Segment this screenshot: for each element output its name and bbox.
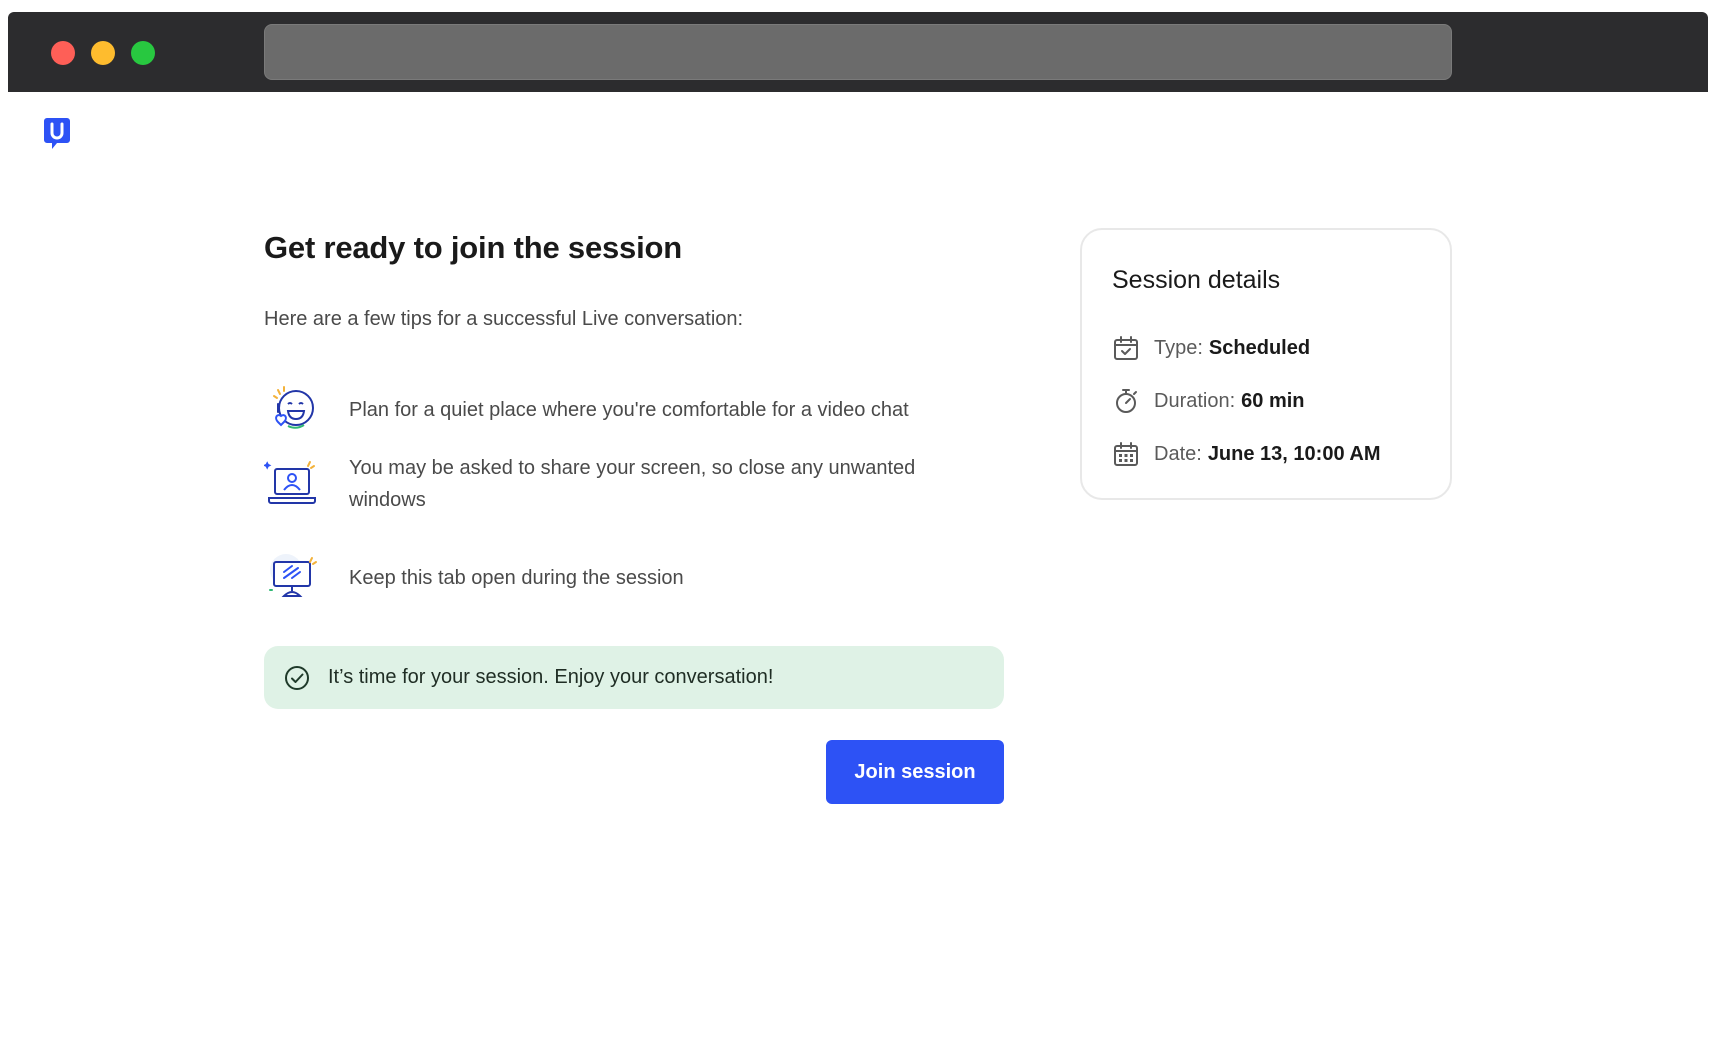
page-content: Get ready to join the session Here are a…	[8, 92, 1708, 1064]
stopwatch-icon	[1116, 389, 1137, 413]
tip-text: Plan for a quiet place where you're comf…	[349, 399, 909, 421]
detail-date-row: Date: June 13, 10:00 AM	[1112, 440, 1380, 468]
browser-window: Get ready to join the session Here are a…	[8, 12, 1708, 1064]
usertesting-u-logo-icon[interactable]	[43, 117, 71, 151]
close-window-button[interactable]	[51, 41, 75, 65]
tips-intro: Here are a few tips for a successful Liv…	[264, 308, 744, 330]
duration-label: Duration:	[1154, 389, 1236, 412]
session-details-card: Session details Type: Scheduled Duration…	[1080, 228, 1452, 500]
detail-type-row: Type: Scheduled	[1112, 334, 1310, 362]
address-bar[interactable]	[264, 24, 1452, 80]
calendar-check-icon	[1114, 336, 1138, 360]
monitor-icon	[269, 554, 317, 597]
browser-titlebar	[8, 12, 1708, 92]
tip-item: You may be asked to share your screen, s…	[264, 452, 954, 516]
date-value: June 13, 10:00 AM	[1207, 442, 1381, 465]
notice-text: It’s time for your session. Enjoy your c…	[328, 666, 774, 688]
tip-text: You may be asked to share your screen, s…	[349, 457, 916, 511]
check-circle-icon	[285, 665, 309, 690]
join-session-button[interactable]: Join session	[826, 740, 1004, 804]
tip-item: Keep this tab open during the session	[264, 550, 954, 606]
detail-duration-row: Duration: 60 min	[1112, 387, 1305, 415]
tip-text: Keep this tab open during the session	[349, 567, 684, 589]
duration-value: 60 min	[1241, 389, 1305, 412]
session-details-title: Session details	[1112, 266, 1281, 294]
tip-item: Plan for a quiet place where you're comf…	[264, 382, 954, 438]
calendar-icon	[1114, 442, 1138, 466]
smiley-heart-icon	[273, 386, 314, 429]
minimize-window-button[interactable]	[91, 41, 115, 65]
maximize-window-button[interactable]	[131, 41, 155, 65]
type-value: Scheduled	[1208, 336, 1311, 359]
page-title: Get ready to join the session	[264, 230, 682, 265]
laptop-person-icon	[264, 461, 316, 504]
session-ready-notice: It’s time for your session. Enjoy your c…	[264, 646, 1004, 709]
type-label: Type:	[1154, 336, 1203, 359]
date-label: Date:	[1154, 442, 1202, 465]
